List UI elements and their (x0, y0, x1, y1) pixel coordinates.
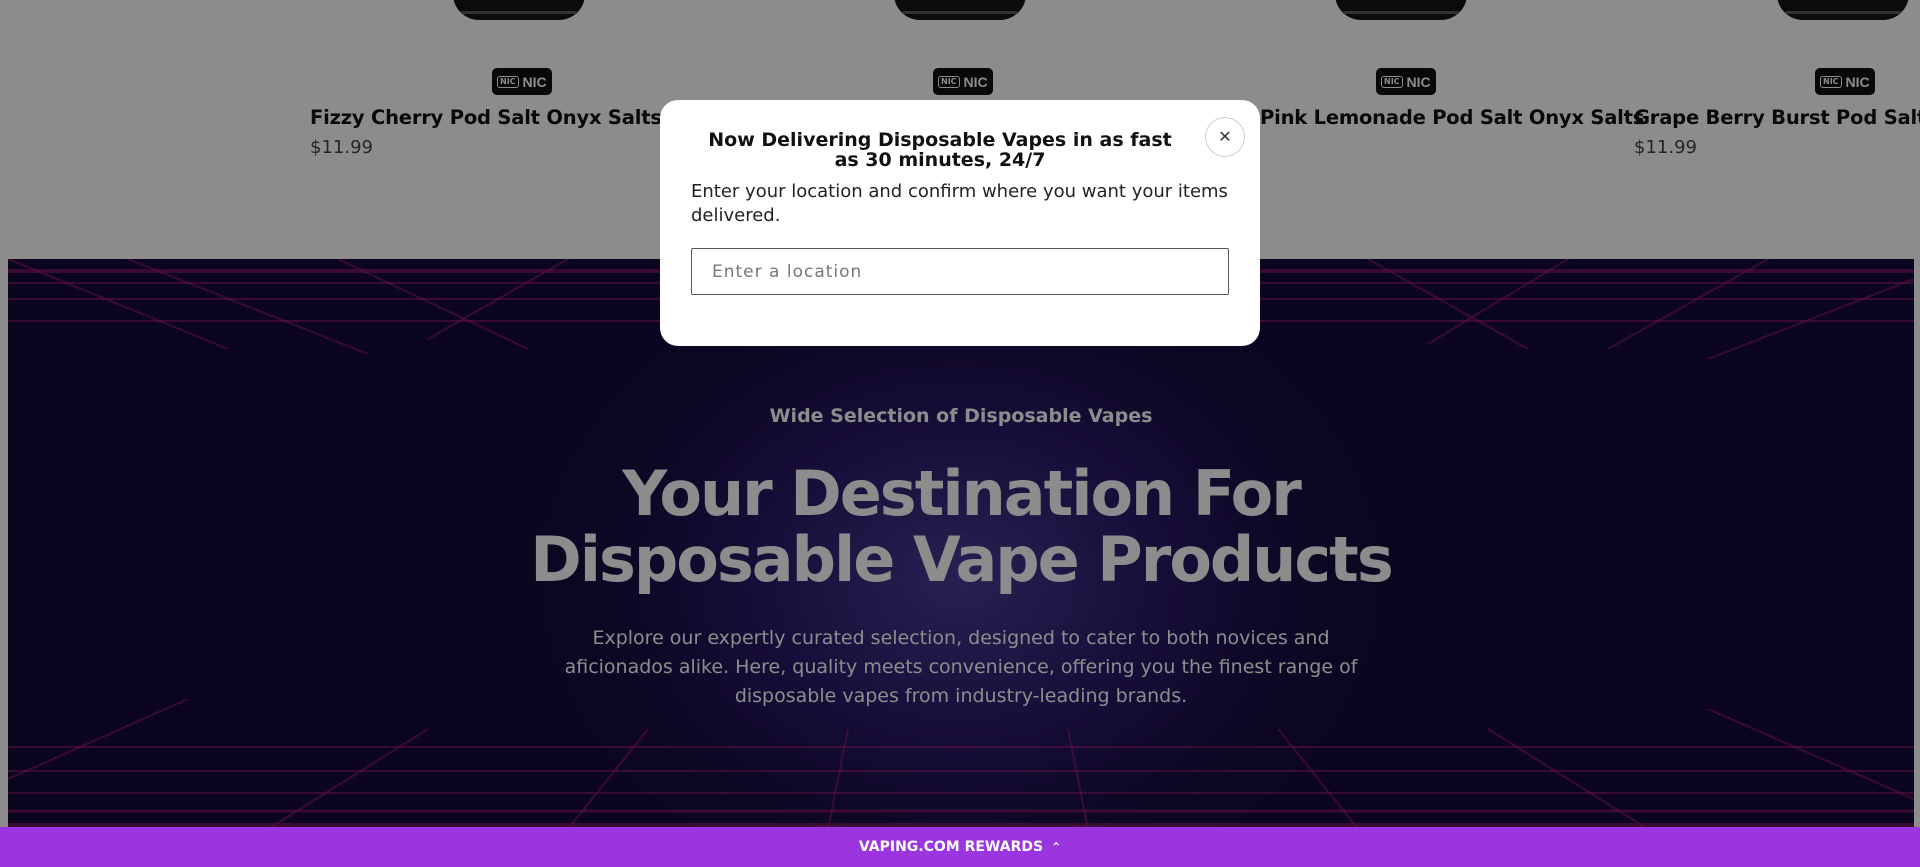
location-input[interactable] (691, 248, 1229, 295)
modal-title: Now Delivering Disposable Vapes in as fa… (708, 129, 1172, 171)
modal-subtitle: Enter your location and confirm where yo… (691, 181, 1228, 226)
rewards-label: VAPING.COM REWARDS (858, 839, 1044, 855)
delivery-modal: Now Delivering Disposable Vapes in as fa… (660, 100, 1260, 346)
chevron-up-icon: ⌃ (1051, 840, 1062, 854)
close-icon[interactable]: ✕ (1205, 117, 1245, 157)
rewards-bar[interactable]: VAPING.COM REWARDS ⌃ (0, 827, 1920, 867)
